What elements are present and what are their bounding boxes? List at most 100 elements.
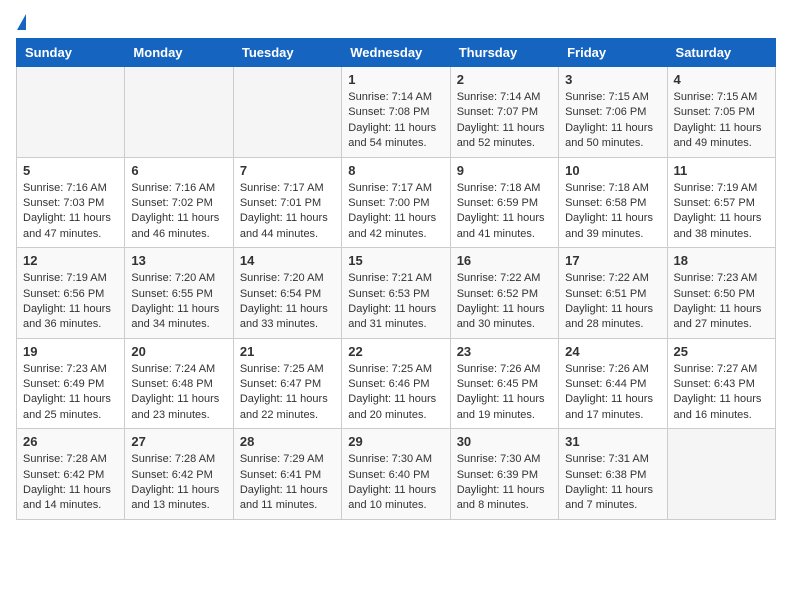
cell-info-line: Sunset: 6:40 PM [348, 468, 443, 483]
cell-info-line: Sunset: 6:53 PM [348, 287, 443, 302]
weekday-header-friday: Friday [559, 39, 667, 67]
day-number: 25 [674, 344, 769, 359]
cell-info-line: Sunrise: 7:27 AM [674, 362, 769, 377]
calendar-cell: 3Sunrise: 7:15 AMSunset: 7:06 PMDaylight… [559, 67, 667, 158]
calendar-table: SundayMondayTuesdayWednesdayThursdayFrid… [16, 38, 776, 520]
day-number: 14 [240, 253, 335, 268]
cell-info-line: Daylight: 11 hours and 41 minutes. [457, 211, 552, 242]
cell-info-line: Daylight: 11 hours and 19 minutes. [457, 392, 552, 423]
day-number: 2 [457, 72, 552, 87]
day-number: 13 [131, 253, 226, 268]
day-number: 24 [565, 344, 660, 359]
cell-info-line: Daylight: 11 hours and 39 minutes. [565, 211, 660, 242]
calendar-week-row: 1Sunrise: 7:14 AMSunset: 7:08 PMDaylight… [17, 67, 776, 158]
cell-info-line: Daylight: 11 hours and 30 minutes. [457, 302, 552, 333]
cell-info-line: Sunset: 6:52 PM [457, 287, 552, 302]
calendar-cell: 9Sunrise: 7:18 AMSunset: 6:59 PMDaylight… [450, 157, 558, 248]
day-number: 30 [457, 434, 552, 449]
calendar-cell: 28Sunrise: 7:29 AMSunset: 6:41 PMDayligh… [233, 429, 341, 520]
weekday-header-wednesday: Wednesday [342, 39, 450, 67]
cell-info-line: Daylight: 11 hours and 23 minutes. [131, 392, 226, 423]
calendar-cell: 11Sunrise: 7:19 AMSunset: 6:57 PMDayligh… [667, 157, 775, 248]
cell-info-line: Sunset: 6:42 PM [23, 468, 118, 483]
day-number: 19 [23, 344, 118, 359]
cell-info-line: Sunrise: 7:17 AM [240, 181, 335, 196]
day-number: 21 [240, 344, 335, 359]
calendar-cell: 26Sunrise: 7:28 AMSunset: 6:42 PMDayligh… [17, 429, 125, 520]
cell-info-line: Daylight: 11 hours and 17 minutes. [565, 392, 660, 423]
cell-info-line: Sunrise: 7:28 AM [23, 452, 118, 467]
cell-info-line: Sunrise: 7:26 AM [565, 362, 660, 377]
cell-info-line: Daylight: 11 hours and 34 minutes. [131, 302, 226, 333]
cell-info-line: Sunrise: 7:30 AM [348, 452, 443, 467]
weekday-header-saturday: Saturday [667, 39, 775, 67]
cell-info-line: Sunset: 6:58 PM [565, 196, 660, 211]
cell-info-line: Sunrise: 7:15 AM [565, 90, 660, 105]
day-number: 1 [348, 72, 443, 87]
cell-info-line: Daylight: 11 hours and 20 minutes. [348, 392, 443, 423]
day-number: 11 [674, 163, 769, 178]
weekday-header-thursday: Thursday [450, 39, 558, 67]
cell-info-line: Daylight: 11 hours and 49 minutes. [674, 121, 769, 152]
weekday-header-sunday: Sunday [17, 39, 125, 67]
cell-info-line: Daylight: 11 hours and 11 minutes. [240, 483, 335, 514]
cell-info-line: Sunset: 6:56 PM [23, 287, 118, 302]
day-number: 17 [565, 253, 660, 268]
cell-info-line: Sunrise: 7:31 AM [565, 452, 660, 467]
day-number: 28 [240, 434, 335, 449]
cell-info-line: Sunrise: 7:14 AM [348, 90, 443, 105]
day-number: 26 [23, 434, 118, 449]
calendar-cell: 13Sunrise: 7:20 AMSunset: 6:55 PMDayligh… [125, 248, 233, 339]
day-number: 16 [457, 253, 552, 268]
cell-info-line: Daylight: 11 hours and 33 minutes. [240, 302, 335, 333]
calendar-cell: 12Sunrise: 7:19 AMSunset: 6:56 PMDayligh… [17, 248, 125, 339]
day-number: 23 [457, 344, 552, 359]
cell-info-line: Sunrise: 7:29 AM [240, 452, 335, 467]
cell-info-line: Daylight: 11 hours and 38 minutes. [674, 211, 769, 242]
day-number: 3 [565, 72, 660, 87]
day-number: 31 [565, 434, 660, 449]
calendar-cell: 15Sunrise: 7:21 AMSunset: 6:53 PMDayligh… [342, 248, 450, 339]
day-number: 6 [131, 163, 226, 178]
calendar-cell: 19Sunrise: 7:23 AMSunset: 6:49 PMDayligh… [17, 338, 125, 429]
calendar-cell: 8Sunrise: 7:17 AMSunset: 7:00 PMDaylight… [342, 157, 450, 248]
cell-info-line: Sunset: 7:03 PM [23, 196, 118, 211]
cell-info-line: Daylight: 11 hours and 44 minutes. [240, 211, 335, 242]
calendar-cell: 1Sunrise: 7:14 AMSunset: 7:08 PMDaylight… [342, 67, 450, 158]
calendar-cell: 6Sunrise: 7:16 AMSunset: 7:02 PMDaylight… [125, 157, 233, 248]
cell-info-line: Sunrise: 7:26 AM [457, 362, 552, 377]
day-number: 8 [348, 163, 443, 178]
cell-info-line: Sunrise: 7:16 AM [23, 181, 118, 196]
calendar-cell: 22Sunrise: 7:25 AMSunset: 6:46 PMDayligh… [342, 338, 450, 429]
cell-info-line: Sunset: 6:46 PM [348, 377, 443, 392]
calendar-cell [667, 429, 775, 520]
calendar-cell: 5Sunrise: 7:16 AMSunset: 7:03 PMDaylight… [17, 157, 125, 248]
day-number: 18 [674, 253, 769, 268]
cell-info-line: Daylight: 11 hours and 8 minutes. [457, 483, 552, 514]
day-number: 10 [565, 163, 660, 178]
cell-info-line: Daylight: 11 hours and 52 minutes. [457, 121, 552, 152]
calendar-week-row: 12Sunrise: 7:19 AMSunset: 6:56 PMDayligh… [17, 248, 776, 339]
calendar-cell: 2Sunrise: 7:14 AMSunset: 7:07 PMDaylight… [450, 67, 558, 158]
cell-info-line: Daylight: 11 hours and 25 minutes. [23, 392, 118, 423]
cell-info-line: Sunset: 7:02 PM [131, 196, 226, 211]
calendar-cell: 27Sunrise: 7:28 AMSunset: 6:42 PMDayligh… [125, 429, 233, 520]
cell-info-line: Sunset: 6:47 PM [240, 377, 335, 392]
cell-info-line: Sunrise: 7:19 AM [23, 271, 118, 286]
cell-info-line: Daylight: 11 hours and 13 minutes. [131, 483, 226, 514]
calendar-cell: 17Sunrise: 7:22 AMSunset: 6:51 PMDayligh… [559, 248, 667, 339]
cell-info-line: Sunrise: 7:25 AM [348, 362, 443, 377]
weekday-header-row: SundayMondayTuesdayWednesdayThursdayFrid… [17, 39, 776, 67]
logo [16, 16, 27, 28]
cell-info-line: Sunrise: 7:16 AM [131, 181, 226, 196]
calendar-cell [17, 67, 125, 158]
cell-info-line: Daylight: 11 hours and 22 minutes. [240, 392, 335, 423]
day-number: 27 [131, 434, 226, 449]
calendar-cell: 31Sunrise: 7:31 AMSunset: 6:38 PMDayligh… [559, 429, 667, 520]
cell-info-line: Daylight: 11 hours and 54 minutes. [348, 121, 443, 152]
day-number: 7 [240, 163, 335, 178]
cell-info-line: Sunset: 6:50 PM [674, 287, 769, 302]
cell-info-line: Sunset: 6:48 PM [131, 377, 226, 392]
cell-info-line: Sunset: 6:49 PM [23, 377, 118, 392]
day-number: 5 [23, 163, 118, 178]
